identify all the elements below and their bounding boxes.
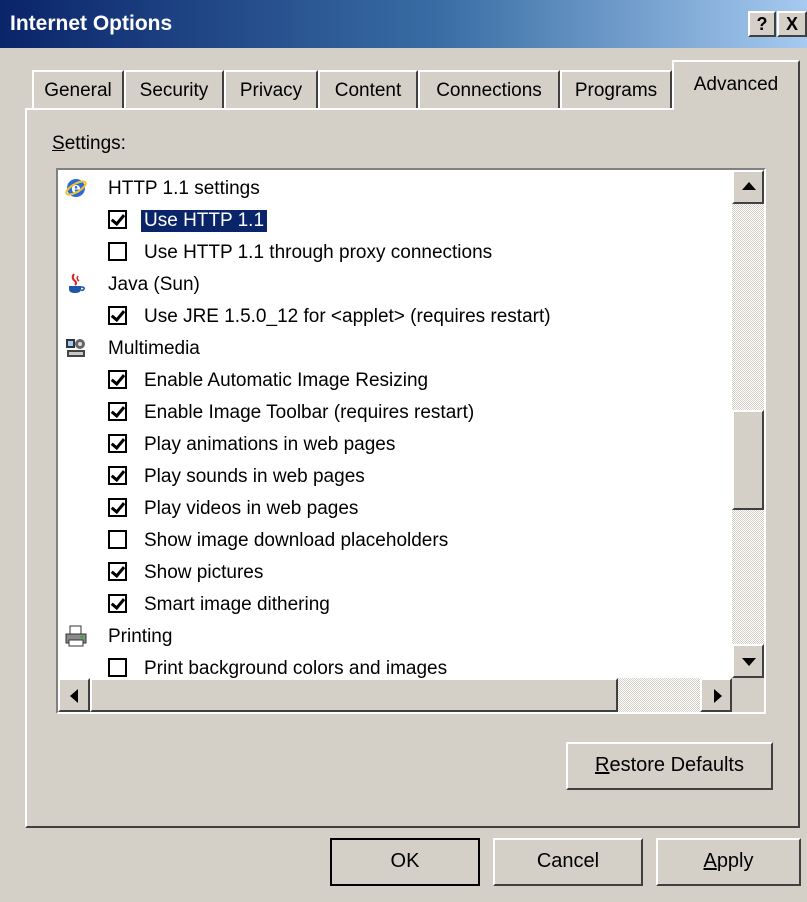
- tab-security[interactable]: Security: [124, 70, 224, 108]
- tab-privacy[interactable]: Privacy: [224, 70, 318, 108]
- scroll-up-button[interactable]: [732, 170, 764, 204]
- checkbox-unchecked[interactable]: [108, 658, 127, 677]
- settings-option-label: Play sounds in web pages: [144, 466, 365, 487]
- settings-option-label: Use HTTP 1.1: [139, 209, 269, 233]
- settings-option[interactable]: Play animations in web pages: [58, 428, 734, 461]
- settings-option-label: Play videos in web pages: [144, 498, 359, 519]
- checkbox-checked[interactable]: [108, 210, 127, 229]
- settings-option-label: Play animations in web pages: [144, 434, 396, 455]
- restore-defaults-button[interactable]: Restore Defaults: [566, 742, 773, 790]
- settings-option[interactable]: Enable Image Toolbar (requires restart): [58, 396, 734, 429]
- settings-option-label: Enable Automatic Image Resizing: [144, 370, 429, 391]
- settings-listbox[interactable]: e HTTP 1.1 settings Use HTTP 1.1 Use HTTP 1…: [56, 168, 766, 714]
- tab-general[interactable]: General: [32, 70, 124, 108]
- settings-category-label: HTTP 1.1 settings: [108, 178, 260, 199]
- multimedia-icon: [64, 336, 88, 360]
- tab-content[interactable]: Content: [318, 70, 418, 108]
- settings-category[interactable]: Java (Sun): [58, 268, 734, 301]
- settings-option[interactable]: Show pictures: [58, 556, 734, 589]
- settings-label: Settings:: [52, 133, 126, 154]
- internet-options-window: Internet Options ? X General Security Pr…: [0, 0, 807, 902]
- settings-category-label: Printing: [108, 626, 173, 647]
- scroll-left-button[interactable]: [58, 678, 90, 712]
- settings-option-label: Enable Image Toolbar (requires restart): [144, 402, 475, 423]
- cancel-button[interactable]: Cancel: [493, 838, 643, 886]
- settings-option-label: Show image download placeholders: [144, 530, 449, 551]
- vertical-scroll-thumb[interactable]: [732, 410, 764, 510]
- printer-icon: [64, 624, 88, 648]
- scrollbar-corner: [732, 678, 764, 712]
- help-button[interactable]: ?: [748, 11, 776, 37]
- settings-option-label: Print background colors and images: [144, 658, 448, 679]
- checkbox-checked[interactable]: [108, 466, 127, 485]
- settings-option[interactable]: Use HTTP 1.1: [58, 204, 734, 237]
- checkbox-unchecked[interactable]: [108, 242, 127, 261]
- settings-option[interactable]: Play videos in web pages: [58, 492, 734, 525]
- settings-option[interactable]: Smart image dithering: [58, 588, 734, 621]
- vertical-scrollbar[interactable]: [732, 170, 764, 678]
- title-bar[interactable]: Internet Options ? X: [0, 0, 807, 48]
- settings-option[interactable]: Show image download placeholders: [58, 524, 734, 557]
- settings-option[interactable]: Use HTTP 1.1 through proxy connections: [58, 236, 734, 269]
- ie-icon: e: [64, 176, 88, 200]
- settings-option-label: Use JRE 1.5.0_12 for <applet> (requires …: [144, 306, 551, 327]
- settings-option-label: Smart image dithering: [144, 594, 330, 615]
- settings-category[interactable]: e HTTP 1.1 settings: [58, 172, 734, 205]
- settings-option[interactable]: Play sounds in web pages: [58, 460, 734, 493]
- checkbox-checked[interactable]: [108, 594, 127, 613]
- scroll-right-button[interactable]: [700, 678, 732, 712]
- checkbox-checked[interactable]: [108, 562, 127, 581]
- tab-connections[interactable]: Connections: [418, 70, 560, 108]
- tab-advanced[interactable]: Advanced: [672, 60, 800, 110]
- checkbox-checked[interactable]: [108, 370, 127, 389]
- settings-option-label: Use HTTP 1.1 through proxy connections: [144, 242, 493, 263]
- tab-programs[interactable]: Programs: [560, 70, 672, 108]
- settings-category-label: Java (Sun): [108, 274, 200, 295]
- scroll-down-button[interactable]: [732, 644, 764, 678]
- checkbox-checked[interactable]: [108, 402, 127, 421]
- down-arrow-icon: [742, 658, 756, 666]
- horizontal-scrollbar[interactable]: [58, 678, 732, 712]
- settings-category-label: Multimedia: [108, 338, 200, 359]
- horizontal-scroll-thumb[interactable]: [90, 678, 618, 712]
- checkbox-checked[interactable]: [108, 498, 127, 517]
- java-icon: [64, 272, 88, 296]
- apply-button[interactable]: Apply: [656, 838, 801, 886]
- up-arrow-icon: [742, 182, 756, 190]
- checkbox-checked[interactable]: [108, 306, 127, 325]
- settings-option[interactable]: Enable Automatic Image Resizing: [58, 364, 734, 397]
- settings-category[interactable]: Printing: [58, 620, 734, 653]
- close-button[interactable]: X: [777, 11, 807, 37]
- settings-option-label: Show pictures: [144, 562, 264, 583]
- left-arrow-icon: [70, 689, 78, 703]
- right-arrow-icon: [714, 689, 722, 703]
- settings-category[interactable]: Multimedia: [58, 332, 734, 365]
- window-title: Internet Options: [10, 12, 173, 35]
- ok-button[interactable]: OK: [330, 838, 480, 886]
- checkbox-unchecked[interactable]: [108, 530, 127, 549]
- settings-option[interactable]: Use JRE 1.5.0_12 for <applet> (requires …: [58, 300, 734, 333]
- checkbox-checked[interactable]: [108, 434, 127, 453]
